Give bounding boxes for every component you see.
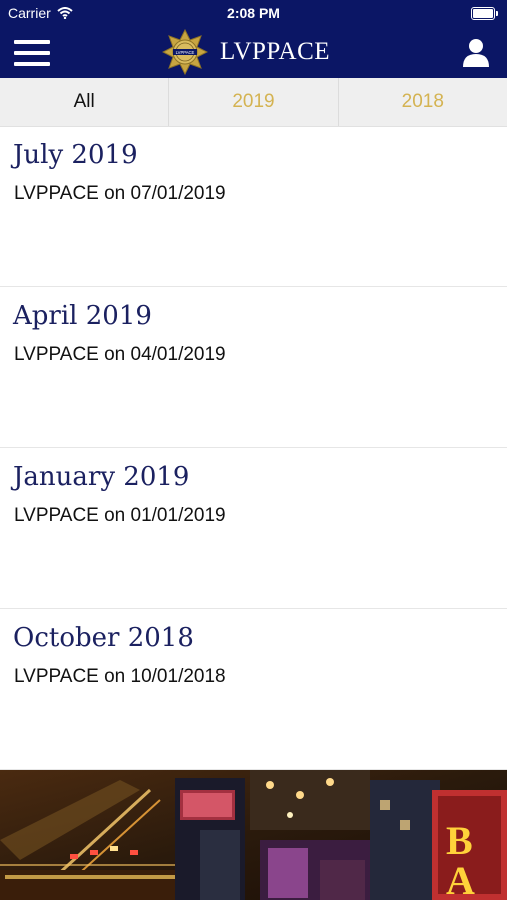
- badge-text: LVPPACE: [176, 50, 195, 55]
- tab-2019[interactable]: 2019: [169, 78, 339, 126]
- item-subtitle: LVPPACE on 04/01/2019: [14, 344, 226, 365]
- city-night-photo: B A: [0, 770, 507, 900]
- item-title: January 2019: [13, 462, 190, 492]
- status-bar: Carrier 2:08 PM: [0, 0, 507, 28]
- item-title: October 2018: [13, 623, 194, 653]
- item-subtitle: LVPPACE on 10/01/2018: [14, 666, 226, 687]
- brand: LVPPACE LVPPACE: [162, 29, 330, 75]
- list-item[interactable]: July 2019 LVPPACE on 07/01/2019: [0, 126, 507, 287]
- app-title: LVPPACE: [220, 38, 331, 65]
- item-subtitle: LVPPACE on 07/01/2019: [14, 183, 226, 204]
- top-bar: Carrier 2:08 PM LVPPACE LVPPACE: [0, 0, 507, 78]
- tab-2018[interactable]: 2018: [339, 78, 507, 126]
- tab-all[interactable]: All: [0, 78, 170, 126]
- newsletter-list: July 2019 LVPPACE on 07/01/2019 April 20…: [0, 126, 507, 770]
- item-title: April 2019: [13, 301, 152, 331]
- svg-text:A: A: [446, 858, 475, 900]
- clock: 2:08 PM: [227, 5, 280, 21]
- item-subtitle: LVPPACE on 01/01/2019: [14, 505, 226, 526]
- list-item[interactable]: October 2018 LVPPACE on 10/01/2018: [0, 609, 507, 770]
- item-title: July 2019: [13, 140, 138, 170]
- battery-icon: [471, 7, 498, 20]
- menu-bar-line: [14, 51, 50, 55]
- menu-icon[interactable]: [14, 40, 50, 66]
- svg-text:B: B: [446, 818, 473, 863]
- menu-bar-line: [14, 40, 50, 44]
- list-item[interactable]: January 2019 LVPPACE on 01/01/2019: [0, 448, 507, 609]
- badge-logo-icon: LVPPACE: [162, 29, 208, 75]
- nav-bar: LVPPACE LVPPACE: [0, 28, 507, 78]
- menu-bar-line: [14, 62, 50, 66]
- list-item[interactable]: April 2019 LVPPACE on 04/01/2019: [0, 287, 507, 448]
- year-tabs: All 2019 2018: [0, 78, 507, 127]
- user-icon[interactable]: [461, 37, 491, 67]
